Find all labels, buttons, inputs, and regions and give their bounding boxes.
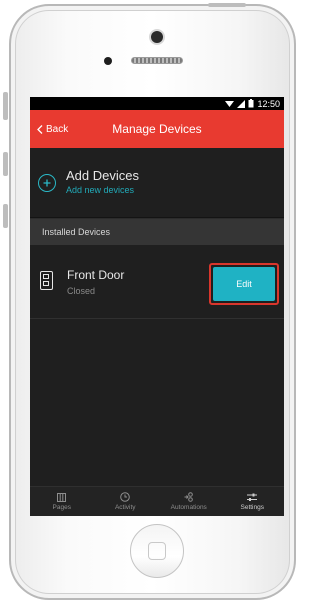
automations-icon: [184, 492, 193, 502]
proximity-sensor: [104, 57, 112, 65]
device-row-front-door[interactable]: Front Door Closed Edit: [30, 245, 284, 319]
tab-label: Activity: [114, 504, 136, 511]
edit-button[interactable]: Edit: [213, 267, 275, 301]
home-square-icon: [148, 542, 166, 560]
title-bar: Back Manage Devices: [30, 110, 284, 148]
device-status: Closed: [67, 286, 96, 296]
signal-icon: [237, 99, 246, 108]
add-devices-row[interactable]: Add Devices Add new devices: [30, 148, 284, 218]
tab-settings[interactable]: Settings: [221, 487, 285, 516]
installed-devices-header: Installed Devices: [30, 218, 284, 245]
tab-label: Settings: [240, 503, 265, 511]
clock-icon: [120, 492, 131, 502]
pages-icon: [57, 492, 67, 502]
tab-label: Pages: [52, 503, 71, 511]
battery-icon: [248, 99, 254, 108]
home-button[interactable]: [130, 524, 184, 578]
add-devices-subtitle: Add new devices: [66, 185, 135, 195]
silent-switch: [3, 92, 8, 120]
door-icon: [40, 271, 53, 290]
status-time: 12:50: [257, 98, 280, 109]
device-name: Front Door: [67, 268, 125, 282]
page-title: Manage Devices: [112, 122, 202, 136]
volume-down-button: [3, 204, 8, 228]
tab-pages[interactable]: Pages: [30, 487, 94, 516]
add-devices-title: Add Devices: [66, 168, 139, 183]
earpiece-speaker: [131, 57, 183, 64]
tab-automations[interactable]: Automations: [157, 487, 221, 516]
power-button: [208, 3, 246, 7]
tab-label: Automations: [170, 504, 207, 511]
front-camera: [151, 31, 163, 43]
tab-activity[interactable]: Activity: [94, 487, 158, 516]
tab-bar: Pages Activity Automations Settings: [30, 486, 284, 516]
status-bar: 12:50: [30, 97, 284, 110]
plus-circle-icon: [38, 174, 56, 192]
sliders-icon: [247, 493, 258, 501]
app-screen: 12:50 Back Manage Devices Add Devices Ad…: [30, 97, 284, 516]
volume-up-button: [3, 152, 8, 176]
wifi-icon: [225, 100, 235, 107]
